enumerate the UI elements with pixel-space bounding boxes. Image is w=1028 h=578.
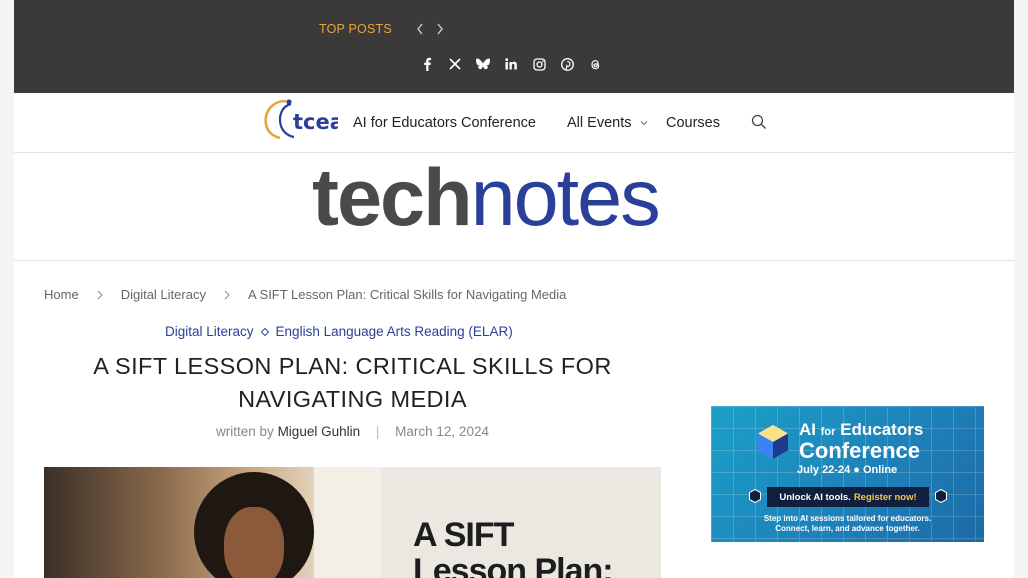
nav-courses[interactable]: Courses bbox=[666, 115, 720, 131]
post-meta: written by Miguel Guhlin | March 12, 202… bbox=[44, 424, 661, 439]
chevron-right-icon[interactable] bbox=[434, 20, 446, 38]
top-bar: TOP POSTS bbox=[14, 0, 1014, 93]
x-icon[interactable] bbox=[446, 55, 464, 73]
bluesky-icon[interactable] bbox=[474, 55, 492, 73]
photo-window bbox=[314, 467, 381, 578]
breadcrumb-home[interactable]: Home bbox=[44, 287, 79, 302]
featured-photo bbox=[44, 467, 381, 578]
facebook-icon[interactable] bbox=[418, 55, 436, 73]
featured-text: A SIFT Lesson Plan: bbox=[413, 516, 614, 578]
page: TOP POSTS tcea AI for Educators Conferen… bbox=[14, 0, 1014, 578]
post-author[interactable]: Miguel Guhlin bbox=[278, 424, 361, 439]
ad-for: for bbox=[820, 426, 836, 438]
ad-title-line1: AI for Educators bbox=[799, 420, 923, 440]
nav-all-events[interactable]: All Events bbox=[567, 115, 648, 131]
post-date: March 12, 2024 bbox=[395, 424, 489, 439]
ad-cube-icon bbox=[758, 425, 788, 459]
ad-educators: Educators bbox=[840, 420, 924, 439]
chevron-right-icon bbox=[206, 290, 248, 300]
nav-all-events-label: All Events bbox=[567, 115, 632, 131]
category-elar[interactable]: English Language Arts Reading (ELAR) bbox=[276, 324, 513, 339]
breadcrumb: Home Digital Literacy A SIFT Lesson Plan… bbox=[44, 287, 566, 302]
site-brand-logo[interactable]: technotes bbox=[312, 158, 661, 239]
featured-text-line1: A SIFT bbox=[413, 516, 514, 554]
ad-sub2: Connect, learn, and advance together. bbox=[775, 524, 920, 533]
ad-sub1: Step into AI sessions tailored for educa… bbox=[763, 514, 932, 523]
threads-icon[interactable] bbox=[586, 55, 604, 73]
breadcrumb-current: A SIFT Lesson Plan: Critical Skills for … bbox=[247, 287, 567, 302]
featured-text-line2: Lesson Plan: bbox=[413, 552, 614, 578]
brand-tech: tech bbox=[312, 153, 473, 243]
tcea-logo[interactable]: tcea bbox=[256, 98, 344, 140]
instagram-icon[interactable] bbox=[530, 55, 548, 73]
linkedin-icon[interactable] bbox=[502, 55, 520, 73]
ad-hex-right-icon bbox=[935, 489, 947, 503]
ad-hex-left-icon bbox=[749, 489, 761, 503]
social-links bbox=[418, 55, 604, 73]
category-digital-literacy[interactable]: Digital Literacy bbox=[165, 324, 254, 339]
breadcrumb-category[interactable]: Digital Literacy bbox=[121, 287, 206, 302]
search-icon[interactable] bbox=[751, 114, 769, 132]
diamond-separator-icon bbox=[260, 327, 269, 336]
ai-conference-ad-banner[interactable]: AI for Educators Conference July 22-24 ●… bbox=[711, 406, 984, 542]
ad-button-text-b: Register now! bbox=[853, 491, 917, 503]
ad-ai: AI bbox=[799, 420, 816, 439]
ad-button-text-a: Unlock AI tools. bbox=[779, 491, 851, 503]
ad-date: July 22-24 ● Online bbox=[797, 464, 898, 476]
post-title: A SIFT LESSON PLAN: CRITICAL SKILLS FOR … bbox=[93, 353, 612, 412]
chevron-down-icon bbox=[640, 121, 647, 126]
ad-subtext: Step into AI sessions tailored for educa… bbox=[711, 514, 984, 534]
brand-notes: notes bbox=[470, 153, 661, 243]
nav-ai-educators-conference[interactable]: AI for Educators Conference bbox=[353, 115, 536, 131]
pinterest-icon[interactable] bbox=[558, 55, 576, 73]
meta-divider: | bbox=[375, 424, 380, 439]
main-nav: tcea AI for Educators Conference All Eve… bbox=[14, 93, 1014, 153]
chevron-left-icon[interactable] bbox=[414, 20, 426, 38]
featured-image: A SIFT Lesson Plan: bbox=[44, 467, 661, 578]
post-categories: Digital Literacy English Language Arts R… bbox=[165, 324, 513, 339]
masthead: technotes bbox=[14, 153, 1014, 261]
featured-text-panel: A SIFT Lesson Plan: bbox=[381, 467, 661, 578]
ad-title-line2: Conference bbox=[799, 438, 921, 463]
ad-register-button[interactable]: Unlock AI tools. Register now! bbox=[767, 487, 929, 507]
top-posts-label: TOP POSTS bbox=[319, 22, 392, 36]
logo-text: tcea bbox=[293, 110, 338, 134]
chevron-right-icon bbox=[79, 290, 121, 300]
written-by-label: written by bbox=[216, 424, 274, 439]
photo-person-face bbox=[224, 507, 284, 578]
